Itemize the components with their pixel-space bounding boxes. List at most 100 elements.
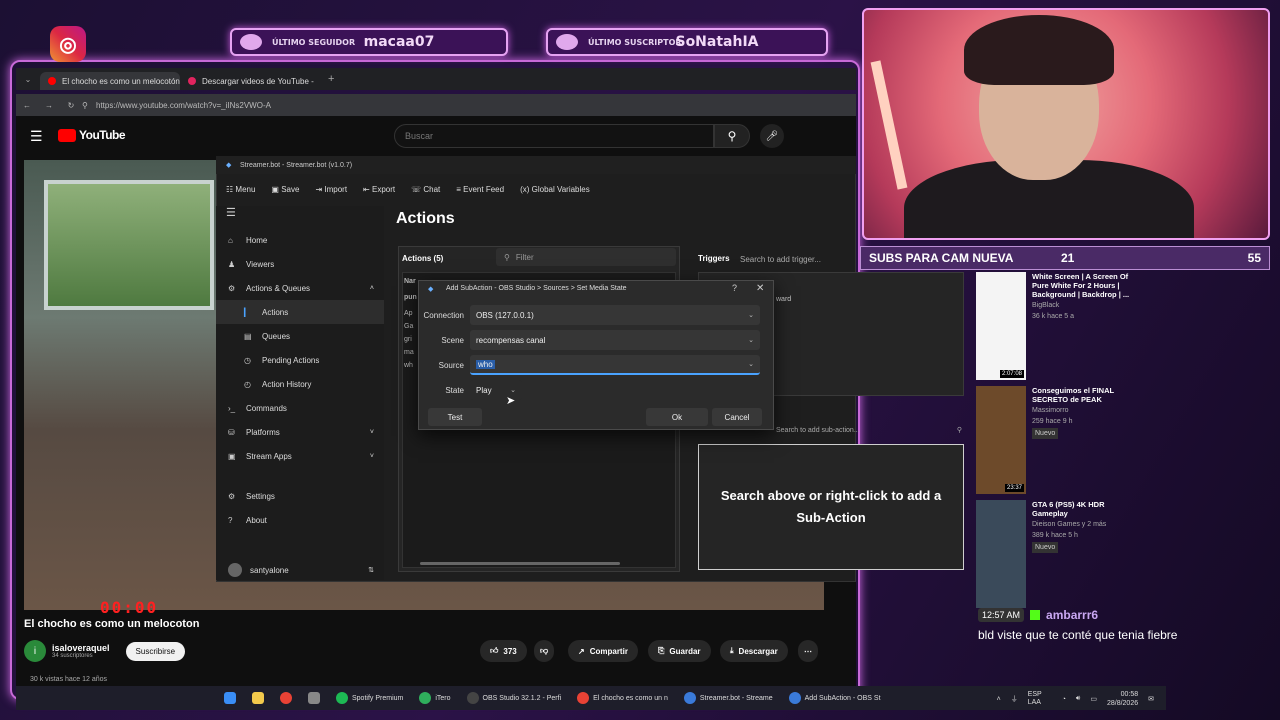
sidebar-item-commands[interactable]: ›_ Commands: [216, 396, 384, 420]
sidebar-item-queues[interactable]: ▤ Queues: [216, 324, 384, 348]
explorer-button[interactable]: [244, 686, 272, 710]
hamburger-menu-icon[interactable]: ☰: [30, 128, 43, 145]
actions-filter-input[interactable]: ⚲ Filter: [496, 248, 676, 266]
taskbar-app[interactable]: Add SubAction - OBS St: [781, 686, 889, 710]
youtube-logo[interactable]: YouTube: [58, 128, 126, 142]
sidebar-toggle-icon[interactable]: ☰: [216, 206, 384, 228]
test-button[interactable]: Test: [428, 408, 482, 426]
scene-select[interactable]: recompensas canal ⌄: [470, 330, 760, 350]
app-button[interactable]: [300, 686, 328, 710]
search-button[interactable]: ⚲: [714, 124, 750, 148]
browser-tab-youtube[interactable]: El chocho es como un melocotón ✕: [40, 72, 180, 90]
voice-search-button[interactable]: 🎤︎: [760, 124, 784, 148]
cancel-button[interactable]: Cancel: [712, 408, 762, 426]
volume-icon[interactable]: 🔊︎: [1076, 695, 1080, 703]
start-button[interactable]: [216, 686, 244, 710]
taskbar-app[interactable]: iTero: [411, 686, 458, 710]
subscribe-button[interactable]: Suscribirse: [125, 641, 186, 661]
more-actions-button[interactable]: ⋯: [798, 640, 818, 662]
channel-name[interactable]: isaloveraquel: [52, 643, 110, 653]
like-button[interactable]: 👍︎ 373: [480, 640, 527, 662]
dislike-button[interactable]: 👎︎: [534, 640, 555, 662]
video-thumbnail[interactable]: 23:37: [976, 386, 1026, 494]
event-feed-button[interactable]: ≡ Event Feed: [456, 185, 504, 194]
suggested-title[interactable]: Conseguimos el FINAL SECRETO de PEAK: [1032, 386, 1142, 404]
horizontal-scrollbar[interactable]: [420, 562, 620, 565]
webcam-feed: [862, 8, 1270, 240]
reload-icon[interactable]: ↻: [60, 101, 82, 110]
suggested-videos: 2:07:08 White Screen | A Screen Of Pure W…: [976, 272, 1156, 614]
menu-button[interactable]: ☷ Menu: [226, 185, 255, 194]
download-button[interactable]: ⤓ Descargar: [720, 640, 788, 662]
suggested-channel[interactable]: Dieison Games y 2 más: [1032, 520, 1142, 529]
network-icon[interactable]: ⏚: [1011, 694, 1018, 704]
channel-avatar[interactable]: i: [24, 640, 46, 662]
suggested-video[interactable]: GTA 6 (PS5) 4K HDR Gameplay Dieison Games…: [976, 500, 1156, 608]
suggested-channel[interactable]: Massimorro: [1032, 406, 1142, 415]
taskbar-app[interactable]: El chocho es como un n: [569, 686, 676, 710]
taskbar-app[interactable]: Spotify Premium: [328, 686, 411, 710]
suggested-video[interactable]: 2:07:08 White Screen | A Screen Of Pure W…: [976, 272, 1156, 380]
sidebar-item-about[interactable]: ? About: [216, 508, 384, 532]
suggested-channel[interactable]: BigBlack: [1032, 301, 1142, 310]
profile-menu[interactable]: santyalone ⇅: [216, 558, 384, 582]
back-icon[interactable]: ←: [16, 101, 38, 110]
youtube-search-input[interactable]: Buscar: [394, 124, 714, 148]
trigger-search-input[interactable]: Search to add trigger...: [740, 250, 856, 268]
action-row[interactable]: gri: [404, 336, 417, 349]
sidebar-item-pending-actions[interactable]: ◷ Pending Actions: [216, 348, 384, 372]
connection-select[interactable]: OBS (127.0.0.1) ⌄: [470, 305, 760, 325]
streamerbot-logo-icon: ◆: [428, 286, 434, 293]
taskbar-app[interactable]: Streamer.bot - Streame: [676, 686, 781, 710]
wifi-icon[interactable]: ◔: [1062, 696, 1066, 703]
sidebar-item-settings[interactable]: ⚙ Settings: [216, 484, 384, 508]
sidebar-item-actions-queues[interactable]: ⚙ Actions & Queues ˄: [216, 276, 384, 300]
sidebar-item-platforms[interactable]: ⛁ Platforms ˅: [216, 420, 384, 444]
chrome-button[interactable]: [272, 686, 300, 710]
browser-tab-download[interactable]: Descargar videos de YouTube - ✕: [180, 72, 320, 90]
clock[interactable]: 00:58 28/8/2026: [1107, 690, 1138, 708]
forward-icon[interactable]: →: [38, 101, 60, 110]
url-field[interactable]: https://www.youtube.com/watch?v=_iINs2VW…: [96, 101, 271, 110]
suggested-title[interactable]: White Screen | A Screen Of Pure White Fo…: [1032, 272, 1142, 299]
sidebar-item-actions[interactable]: ▎ Actions: [216, 300, 384, 324]
help-icon[interactable]: ?: [732, 283, 737, 293]
share-icon: ↗: [578, 646, 585, 656]
action-row[interactable]: wh: [404, 362, 417, 375]
export-button[interactable]: ⇤ Export: [363, 185, 395, 194]
action-row[interactable]: ma: [404, 349, 417, 362]
action-row[interactable]: Ap: [404, 310, 417, 323]
suggested-title[interactable]: GTA 6 (PS5) 4K HDR Gameplay: [1032, 500, 1142, 518]
video-thumbnail[interactable]: 2:07:08: [976, 272, 1026, 380]
language-indicator[interactable]: ESP LAA: [1028, 691, 1052, 707]
notifications-icon[interactable]: ✉: [1148, 695, 1154, 703]
ok-button[interactable]: Ok: [646, 408, 708, 426]
suggested-video[interactable]: 23:37 Conseguimos el FINAL SECRETO de PEA…: [976, 386, 1156, 494]
site-settings-icon[interactable]: ⚲: [82, 101, 96, 110]
battery-icon[interactable]: ▭: [1090, 695, 1097, 703]
global-variables-button[interactable]: (x) Global Variables: [520, 185, 590, 194]
chat-button[interactable]: ☏ Chat: [411, 185, 440, 194]
subaction-search-input[interactable]: Search to add sub-action... ⚲: [776, 422, 962, 438]
close-icon[interactable]: ✕: [756, 283, 764, 294]
sub-goal-current: 21: [1061, 251, 1075, 265]
sidebar-item-viewers[interactable]: ♟ Viewers: [216, 252, 384, 276]
tray-arrow-icon[interactable]: ˄: [997, 696, 1001, 703]
action-row[interactable]: Ga: [404, 323, 417, 336]
trigger-item[interactable]: ward: [776, 296, 791, 303]
action-row[interactable]: pun: [404, 294, 417, 310]
sidebar-item-action-history[interactable]: ◴ Action History: [216, 372, 384, 396]
import-button[interactable]: ⇥ Import: [315, 185, 347, 194]
video-thumbnail[interactable]: [976, 500, 1026, 608]
taskbar-app[interactable]: OBS Studio 32.1.2 - Perfi: [459, 686, 570, 710]
source-select[interactable]: who ⌄: [470, 355, 760, 375]
action-row[interactable]: Nar: [404, 278, 417, 294]
sidebar-item-stream-apps[interactable]: ▣ Stream Apps ˅: [216, 444, 384, 468]
subactions-empty-state[interactable]: Search above or right-click to add a Sub…: [698, 444, 964, 570]
new-tab-icon[interactable]: +: [328, 73, 334, 85]
save-menu-button[interactable]: ▣ Save: [271, 185, 299, 194]
share-button[interactable]: ↗ Compartir: [568, 640, 638, 662]
save-button[interactable]: ⎘ Guardar: [648, 640, 711, 662]
sidebar-item-home[interactable]: ⌂ Home: [216, 228, 384, 252]
tab-list-icon[interactable]: ⌄: [16, 75, 40, 84]
